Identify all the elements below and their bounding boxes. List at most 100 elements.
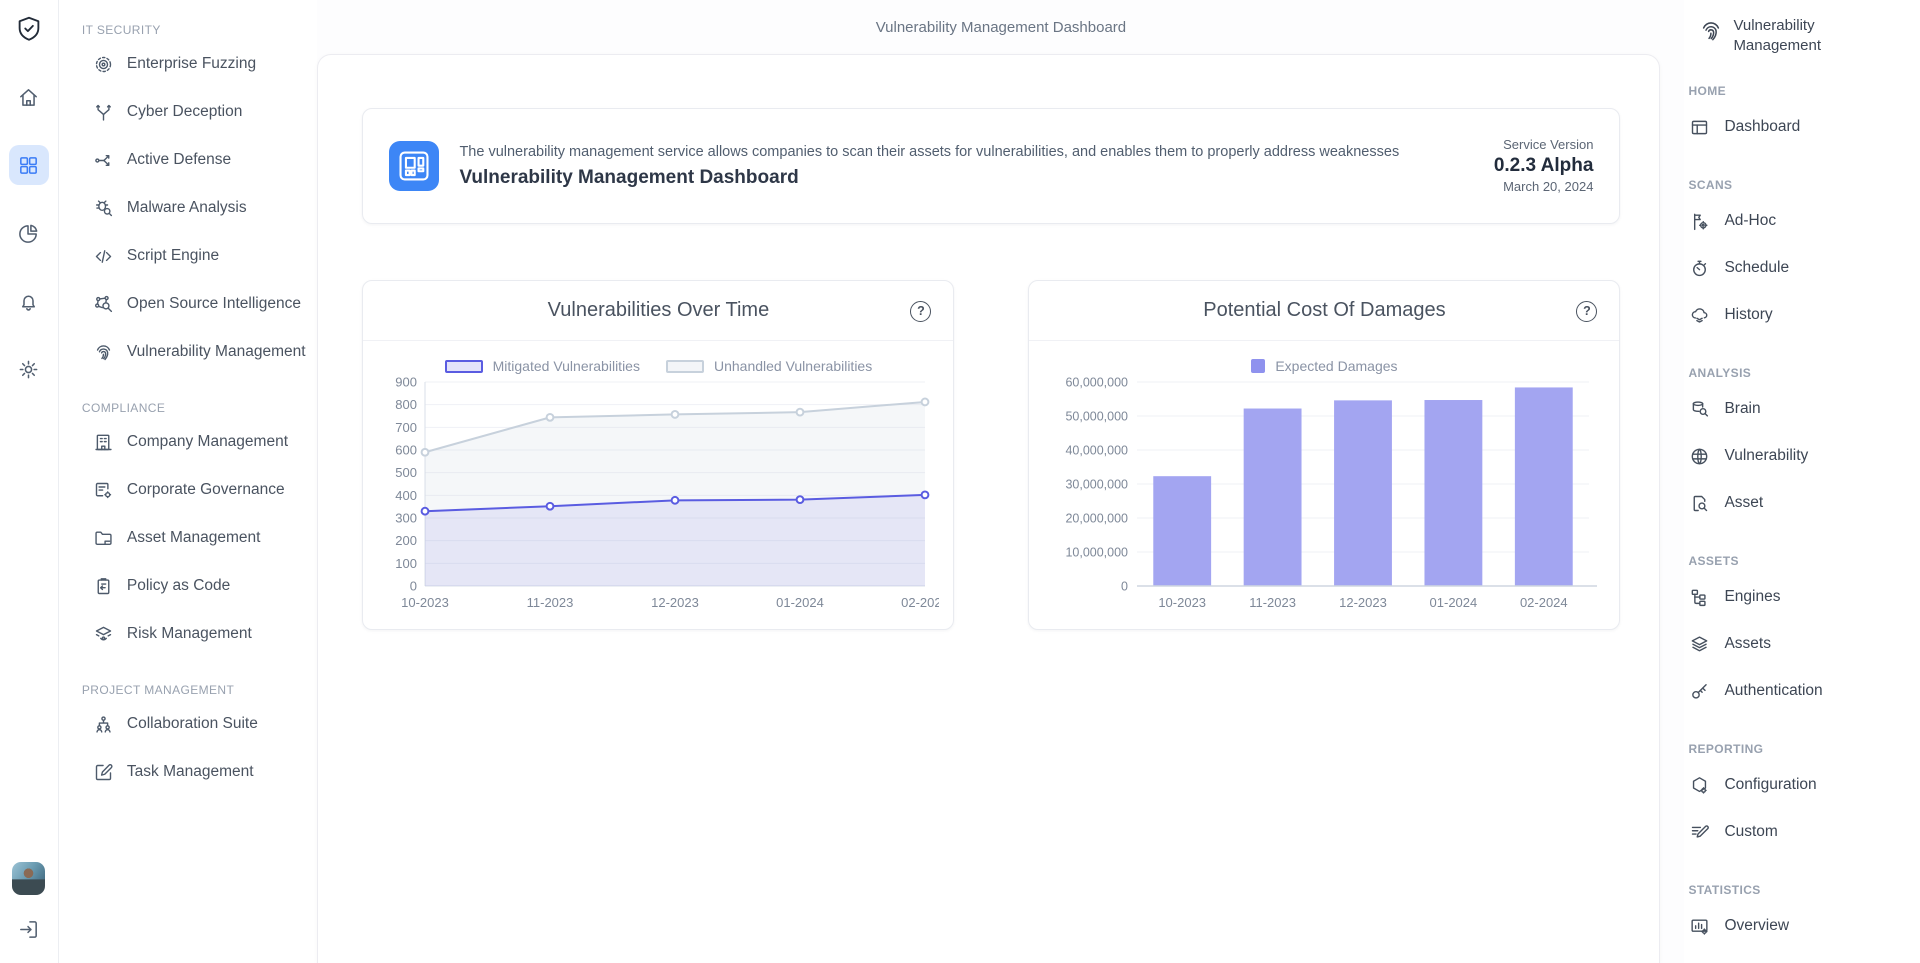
hierarchy-icon bbox=[1689, 587, 1710, 608]
sidebar-item-label: Company Management bbox=[127, 433, 288, 451]
right-sidebar-section: SCANSAd-HocScheduleHistory bbox=[1688, 175, 1912, 339]
page-title: Vulnerability Management Dashboard bbox=[876, 19, 1126, 36]
chart-title: Potential Cost Of Damages bbox=[1203, 299, 1445, 322]
right-sidebar-item-asset[interactable]: Asset bbox=[1688, 480, 1912, 527]
sidebar-item-asset-management[interactable]: Asset Management bbox=[82, 514, 318, 562]
svg-text:20,000,000: 20,000,000 bbox=[1066, 512, 1129, 526]
sidebar-item-risk-management[interactable]: Risk Management bbox=[82, 610, 318, 658]
rail-button-reports[interactable] bbox=[9, 213, 49, 253]
svg-text:400: 400 bbox=[396, 488, 418, 503]
right-sidebar-item-overview[interactable]: Overview bbox=[1688, 903, 1912, 950]
sidebar-item-label: Collaboration Suite bbox=[127, 715, 258, 733]
sidebar-item-corporate-governance[interactable]: Corporate Governance bbox=[82, 466, 318, 514]
layers-icon bbox=[1689, 634, 1710, 655]
dashboard-tile-icon bbox=[389, 141, 439, 191]
svg-text:200: 200 bbox=[396, 533, 418, 548]
apps-icon bbox=[17, 154, 40, 177]
svg-text:12-2023: 12-2023 bbox=[1340, 595, 1388, 610]
service-version-block: Service Version 0.2.3 Alpha March 20, 20… bbox=[1494, 135, 1594, 197]
logout-button[interactable] bbox=[9, 909, 49, 949]
svg-text:10-2023: 10-2023 bbox=[1159, 595, 1207, 610]
right-sidebar-item-configuration[interactable]: Configuration bbox=[1688, 762, 1912, 809]
chart-body: Mitigated Vulnerabilities Unhandled Vulne… bbox=[363, 358, 953, 621]
right-sidebar-section: STATISTICSOverview bbox=[1688, 880, 1912, 950]
sidebar-item-label: Script Engine bbox=[127, 247, 219, 265]
section-title: ANALYSIS bbox=[1688, 363, 1912, 383]
rail-button-settings[interactable] bbox=[9, 349, 49, 389]
svg-text:500: 500 bbox=[396, 465, 418, 480]
sidebar-item-malware-analysis[interactable]: Malware Analysis bbox=[82, 184, 318, 232]
svg-text:100: 100 bbox=[396, 556, 418, 571]
rail-button-notifications[interactable] bbox=[9, 281, 49, 321]
legend-label: Unhandled Vulnerabilities bbox=[714, 358, 872, 374]
sidebar-item-task-management[interactable]: Task Management bbox=[82, 748, 318, 796]
sidebar-section: IT SECURITYEnterprise FuzzingCyber Decep… bbox=[82, 20, 318, 376]
flag-icon bbox=[1689, 211, 1710, 232]
right-sidebar-item-schedule[interactable]: Schedule bbox=[1688, 245, 1912, 292]
sidebar-item-cyber-deception[interactable]: Cyber Deception bbox=[82, 88, 318, 136]
right-sidebar-item-custom[interactable]: Custom bbox=[1688, 809, 1912, 856]
target-icon bbox=[93, 54, 114, 75]
gear-icon bbox=[17, 358, 40, 381]
sidebar-item-vulnerability-management[interactable]: Vulnerability Management bbox=[82, 328, 318, 376]
bar-chart: 010,000,00020,000,00030,000,00040,000,00… bbox=[1045, 374, 1603, 621]
svg-text:900: 900 bbox=[396, 375, 418, 390]
right-sidebar-item-assets[interactable]: Assets bbox=[1688, 621, 1912, 668]
legend-item-unhandled-vulnerabilities[interactable]: Unhandled Vulnerabilities bbox=[666, 358, 872, 374]
sidebar-item-collaboration-suite[interactable]: Collaboration Suite bbox=[82, 700, 318, 748]
chart-header: Vulnerabilities Over Time ? bbox=[363, 281, 953, 341]
main-area: Vulnerability Management Dashboard The v… bbox=[317, 0, 1684, 963]
svg-text:40,000,000: 40,000,000 bbox=[1066, 444, 1129, 458]
sidebar-item-policy-as-code[interactable]: Policy as Code bbox=[82, 562, 318, 610]
help-icon[interactable]: ? bbox=[1576, 301, 1597, 322]
right-sidebar-item-vulnerability[interactable]: Vulnerability bbox=[1688, 433, 1912, 480]
right-sidebar-item-ad-hoc[interactable]: Ad-Hoc bbox=[1688, 198, 1912, 245]
chart-card-vulnerabilities-over-time: Vulnerabilities Over Time ? Mitigated Vu… bbox=[362, 280, 954, 630]
sidebar-item-open-source-intelligence[interactable]: Open Source Intelligence bbox=[82, 280, 318, 328]
sidebar-item-label: Risk Management bbox=[127, 625, 252, 643]
right-sidebar-item-brain[interactable]: Brain bbox=[1688, 386, 1912, 433]
svg-text:30,000,000: 30,000,000 bbox=[1066, 478, 1129, 492]
rail-button-home[interactable] bbox=[9, 77, 49, 117]
section-title: PROJECT MANAGEMENT bbox=[82, 680, 318, 700]
globe-icon bbox=[1689, 446, 1710, 467]
fingerprint-icon bbox=[93, 342, 114, 363]
right-sidebar-section: ASSETS EnginesAssetsAuthentication bbox=[1688, 551, 1912, 715]
svg-text:10-2023: 10-2023 bbox=[402, 595, 450, 610]
sidebar-item-script-engine[interactable]: Script Engine bbox=[82, 232, 318, 280]
service-version-date: March 20, 2024 bbox=[1494, 177, 1594, 197]
sidebar-item-label: Malware Analysis bbox=[127, 199, 247, 217]
right-sidebar-section: ANALYSIS Brain VulnerabilityAsset bbox=[1688, 363, 1912, 527]
rail-button-apps[interactable] bbox=[9, 145, 49, 185]
content-panel: The vulnerability management service all… bbox=[317, 54, 1660, 963]
svg-text:02-2024: 02-2024 bbox=[1520, 595, 1568, 610]
window-icon bbox=[1689, 117, 1710, 138]
code-icon bbox=[93, 246, 114, 267]
svg-text:11-2023: 11-2023 bbox=[527, 595, 574, 610]
help-icon[interactable]: ? bbox=[910, 301, 931, 322]
hexagon-gear-icon bbox=[1689, 775, 1710, 796]
bell-icon bbox=[17, 290, 40, 313]
legend-item-expected-damages[interactable]: Expected Damages bbox=[1251, 358, 1397, 374]
right-sidebar-item-authentication[interactable]: Authentication bbox=[1688, 668, 1912, 715]
sidebar-item-enterprise-fuzzing[interactable]: Enterprise Fuzzing bbox=[82, 40, 318, 88]
right-sidebar-item-history[interactable]: History bbox=[1688, 292, 1912, 339]
chart-legend: Mitigated Vulnerabilities Unhandled Vulne… bbox=[379, 358, 937, 374]
left-sidebar: IT SECURITYEnterprise FuzzingCyber Decep… bbox=[59, 0, 318, 963]
sidebar-item-active-defense[interactable]: Active Defense bbox=[82, 136, 318, 184]
sidebar-item-label: Open Source Intelligence bbox=[127, 295, 301, 313]
sidebar-item-label: Brain bbox=[1724, 400, 1760, 418]
right-sidebar-item-engines[interactable]: Engines bbox=[1688, 574, 1912, 621]
branch-icon bbox=[93, 102, 114, 123]
info-card-title: Vulnerability Management Dashboard bbox=[459, 167, 1473, 189]
info-card: The vulnerability management service all… bbox=[362, 108, 1620, 224]
legend-item-mitigated-vulnerabilities[interactable]: Mitigated Vulnerabilities bbox=[445, 358, 640, 374]
user-avatar[interactable] bbox=[12, 862, 45, 895]
pie-chart-icon bbox=[17, 222, 40, 245]
sidebar-item-label: History bbox=[1724, 306, 1772, 324]
pen-lines-icon bbox=[1689, 822, 1710, 843]
right-sidebar-item-dashboard[interactable]: Dashboard bbox=[1688, 104, 1912, 151]
sidebar-item-company-management[interactable]: Company Management bbox=[82, 418, 318, 466]
section-title: ASSETS bbox=[1688, 551, 1912, 571]
svg-text:10,000,000: 10,000,000 bbox=[1066, 546, 1129, 560]
